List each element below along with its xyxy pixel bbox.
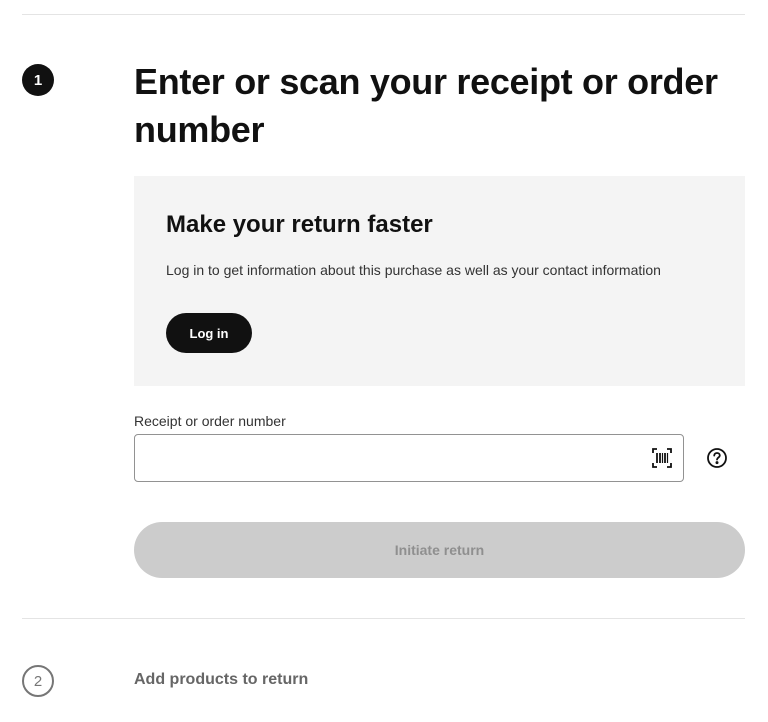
initiate-return-button[interactable]: Initiate return (134, 522, 745, 578)
top-divider (22, 14, 745, 15)
step-1-title: Enter or scan your receipt or order numb… (134, 61, 718, 150)
login-panel: Make your return faster Log in to get in… (134, 176, 745, 386)
barcode-scan-icon[interactable] (651, 447, 673, 469)
login-panel-heading: Make your return faster (166, 211, 433, 238)
login-panel-description: Log in to get information about this pur… (166, 262, 661, 278)
receipt-number-input[interactable] (135, 435, 625, 481)
step-1-badge: 1 (22, 64, 54, 96)
step-2-badge: 2 (22, 665, 54, 697)
question-circle-icon[interactable] (706, 447, 728, 469)
log-in-button[interactable]: Log in (166, 313, 252, 353)
receipt-field-wrapper (134, 434, 684, 482)
section-divider (22, 618, 745, 619)
receipt-field-label: Receipt or order number (134, 413, 286, 429)
step-2-title: Add products to return (134, 671, 309, 688)
